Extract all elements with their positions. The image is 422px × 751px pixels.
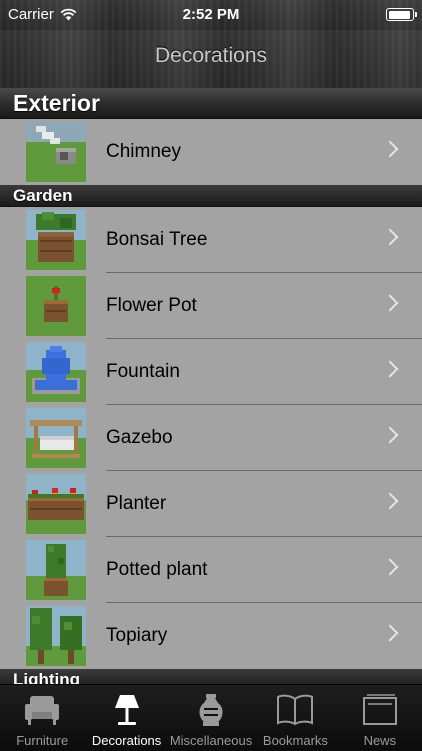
tab-news[interactable]: News <box>338 685 422 751</box>
tab-furniture[interactable]: Furniture <box>0 685 84 751</box>
planter-thumbnail <box>26 474 86 534</box>
list-item-gazebo[interactable]: Gazebo <box>0 405 422 471</box>
topiary-thumbnail <box>26 606 86 666</box>
chevron-right-icon <box>381 558 399 576</box>
chevron-right-icon <box>381 228 399 246</box>
list-item-bonsai-tree[interactable]: Bonsai Tree <box>0 207 422 273</box>
potted-plant-thumbnail <box>26 540 86 600</box>
status-bar: Carrier 2:52 PM <box>0 0 422 30</box>
list-item-planter[interactable]: Planter <box>0 471 422 537</box>
chevron-right-icon <box>381 624 399 642</box>
tab-miscellaneous[interactable]: Miscellaneous <box>169 685 253 751</box>
book-icon <box>276 693 314 732</box>
list-item-chimney[interactable]: Chimney <box>0 119 422 185</box>
gazebo-thumbnail <box>26 408 86 468</box>
list-item-label: Chimney <box>106 141 181 162</box>
list-item-potted-plant[interactable]: Potted plant <box>0 537 422 603</box>
lamp-icon <box>112 693 142 732</box>
section-header-exterior: Exterior <box>0 88 422 119</box>
flower-pot-thumbnail <box>26 276 86 336</box>
news-icon <box>361 693 399 732</box>
chevron-right-icon <box>381 360 399 378</box>
list-item-label: Potted plant <box>106 559 208 580</box>
section-header-garden: Garden <box>0 185 422 207</box>
tab-label: Bookmarks <box>262 733 328 748</box>
tab-label: Furniture <box>16 733 69 748</box>
list-item-label: Planter <box>106 493 167 514</box>
tab-label: Decorations <box>91 733 162 748</box>
tab-bar: Furniture Decorations Miscellaneous Bookmar… <box>0 684 422 751</box>
chevron-right-icon <box>381 294 399 312</box>
page-title: Decorations <box>154 44 268 67</box>
list-item-label: Topiary <box>106 625 168 646</box>
tab-bookmarks[interactable]: Bookmarks <box>253 685 337 751</box>
tab-decorations[interactable]: Decorations <box>84 685 168 751</box>
status-time: 2:52 PM <box>182 6 240 23</box>
fountain-thumbnail <box>26 342 86 402</box>
vase-icon <box>196 693 226 732</box>
tab-label: Miscellaneous <box>169 733 253 748</box>
list-item-label: Fountain <box>106 361 180 382</box>
decorations-list[interactable]: Exterior Chimney Garden Bonsai Tree Flower P… <box>0 88 422 684</box>
list-item-label: Gazebo <box>106 427 173 448</box>
armchair-icon <box>24 693 60 732</box>
chimney-thumbnail <box>26 122 86 182</box>
battery-icon <box>386 8 417 21</box>
bonsai-tree-thumbnail <box>26 210 86 270</box>
navigation-bar: Decorations <box>0 30 422 88</box>
list-item-label: Bonsai Tree <box>106 229 208 250</box>
list-item-label: Flower Pot <box>106 295 197 316</box>
section-header-lighting: Lighting <box>0 669 422 684</box>
list-item-flower-pot[interactable]: Flower Pot <box>0 273 422 339</box>
chevron-right-icon <box>381 140 399 158</box>
chevron-right-icon <box>381 426 399 444</box>
list-item-topiary[interactable]: Topiary <box>0 603 422 669</box>
list-item-fountain[interactable]: Fountain <box>0 339 422 405</box>
chevron-right-icon <box>381 492 399 510</box>
tab-label: News <box>363 733 397 748</box>
